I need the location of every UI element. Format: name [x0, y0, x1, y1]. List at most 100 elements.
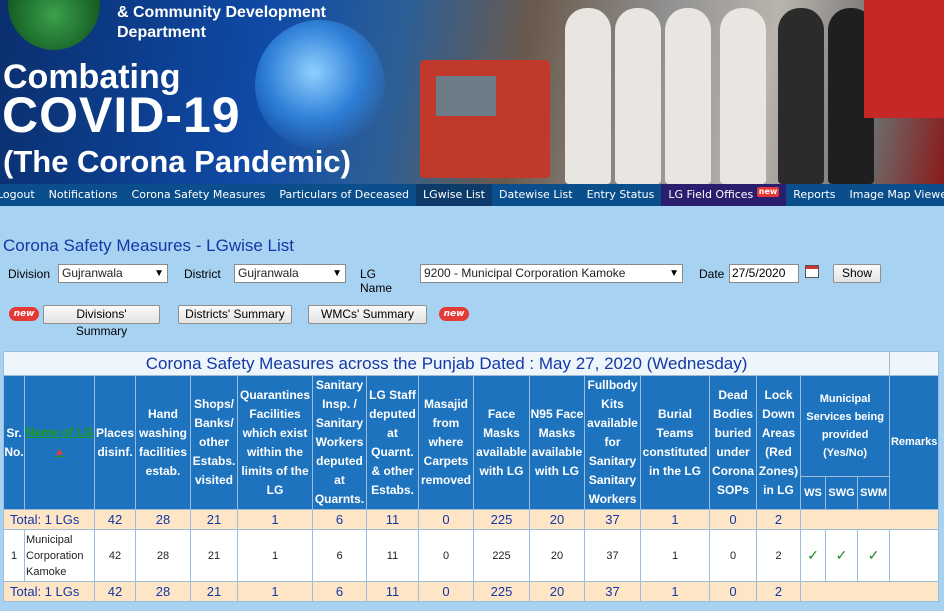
- total-cell: 0: [419, 582, 473, 601]
- col-places: Places disinf.: [95, 376, 135, 509]
- row-cell: 2: [757, 530, 800, 581]
- total-cell: 37: [585, 510, 640, 529]
- row-cell: 1: [238, 530, 312, 581]
- total-cell: 20: [530, 510, 584, 529]
- nav-logout[interactable]: Logout: [0, 184, 42, 206]
- calendar-icon[interactable]: [805, 265, 819, 278]
- nav-reports[interactable]: Reports: [786, 184, 842, 206]
- lgname-label: LG Name: [360, 267, 393, 295]
- col-n95: N95 Face Masks available with LG: [530, 376, 584, 509]
- nav-corona-safety-measures[interactable]: Corona Safety Measures: [125, 184, 273, 206]
- total-cell: 42: [95, 510, 135, 529]
- urdu-sign-photo: [864, 0, 944, 118]
- total-row: Total: 1 LGs 42 28 21 1 6 11 0 225 20 37…: [4, 510, 939, 529]
- new-badge: new: [756, 187, 780, 197]
- col-remarks: Remarks: [890, 376, 939, 509]
- total-cell: 0: [419, 510, 473, 529]
- nav-particulars-of-deceased[interactable]: Particulars of Deceased: [272, 184, 416, 206]
- date-label: Date: [699, 267, 725, 281]
- banner-title-3: (The Corona Pandemic): [3, 144, 351, 179]
- row-cell: 0: [710, 530, 756, 581]
- district-label: District: [184, 267, 221, 281]
- lgwise-table: Corona Safety Measures across the Punjab…: [3, 351, 940, 602]
- total-cell: 11: [367, 510, 418, 529]
- col-name-label: Name of LG: [25, 425, 94, 439]
- district-select[interactable]: Gujranwala ▼: [234, 264, 346, 283]
- col-shops: Shops/ Banks/ other Estabs. visited: [191, 376, 237, 509]
- nav-notifications[interactable]: Notifications: [42, 184, 125, 206]
- districts-summary-button[interactable]: Districts' Summary: [178, 305, 292, 324]
- lgname-select[interactable]: 9200 - Municipal Corporation Kamoke ▼: [420, 264, 683, 283]
- total-cell: 28: [136, 510, 190, 529]
- total-cell: 225: [474, 510, 529, 529]
- col-sr: Sr. No.: [4, 376, 24, 509]
- nav-lg-field-offices[interactable]: LG Field Offices new: [661, 184, 787, 206]
- total-cell: 1: [238, 582, 312, 601]
- total-cell: 1: [641, 582, 709, 601]
- col-lg-staff: LG Staff deputed at Quarnt. & other Esta…: [367, 376, 418, 509]
- col-quarantines: Quarantines Facilities which exist withi…: [238, 376, 312, 509]
- total-cell: 21: [191, 510, 237, 529]
- row-cell: 1: [641, 530, 709, 581]
- col-sanitary: Sanitary Insp. / Sanitary Workers depute…: [313, 376, 366, 509]
- total-label: Total: 1 LGs: [4, 510, 94, 529]
- col-dead-bodies: Dead Bodies buried under Corona SOPs: [710, 376, 756, 509]
- row-cell: 225: [474, 530, 529, 581]
- total-cell: 37: [585, 582, 640, 601]
- col-hand-washing: Hand washing facilities estab.: [136, 376, 190, 509]
- wmcs-summary-button[interactable]: WMCs' Summary: [308, 305, 427, 324]
- total-cell: 11: [367, 582, 418, 601]
- divisions-summary-button[interactable]: Divisions' Summary: [43, 305, 160, 338]
- col-burial: Burial Teams constituted in the LG: [641, 376, 709, 509]
- row-cell: 0: [419, 530, 473, 581]
- worker-photo: [615, 8, 661, 184]
- chevron-down-icon: ▼: [154, 268, 164, 279]
- new-badge: new: [439, 307, 469, 321]
- lgname-value: 9200 - Municipal Corporation Kamoke: [424, 266, 626, 280]
- row-cell: 20: [530, 530, 584, 581]
- division-label: Division: [8, 267, 51, 281]
- total-cell: 2: [757, 582, 800, 601]
- ws-check-icon: ✓: [801, 530, 825, 581]
- main-nav: Logout Notifications Corona Safety Measu…: [0, 184, 944, 206]
- sort-up-icon[interactable]: ▲: [54, 446, 65, 458]
- banner-title-2: COVID-19: [2, 87, 241, 143]
- page-title: Corona Safety Measures - LGwise List: [3, 236, 295, 255]
- dept-line-1: & Community Development: [117, 4, 326, 21]
- new-badge: new: [9, 307, 39, 321]
- fire-truck-photo: [420, 60, 550, 178]
- swg-check-icon: ✓: [826, 530, 857, 581]
- division-select[interactable]: Gujranwala ▼: [58, 264, 168, 283]
- nav-lgwise-list[interactable]: LGwise List: [416, 184, 492, 206]
- total-blank: [801, 582, 939, 601]
- division-value: Gujranwala: [62, 266, 123, 280]
- nav-entry-status[interactable]: Entry Status: [580, 184, 662, 206]
- chevron-down-icon: ▼: [332, 268, 342, 279]
- date-input[interactable]: 27/5/2020: [729, 264, 799, 283]
- total-cell: 0: [710, 510, 756, 529]
- row-cell: 21: [191, 530, 237, 581]
- total-cell: 21: [191, 582, 237, 601]
- col-lockdown: Lock Down Areas (Red Zones) in LG: [757, 376, 800, 509]
- row-cell: 37: [585, 530, 640, 581]
- total-cell: 28: [136, 582, 190, 601]
- col-face-masks: Face Masks available with LG: [474, 376, 529, 509]
- govt-logo-icon: [8, 0, 100, 50]
- official-photo: [778, 8, 824, 184]
- table-row: 1 Municipal Corporation Kamoke 42 28 21 …: [4, 530, 939, 581]
- nav-image-map-viewer[interactable]: Image Map Viewer: [842, 184, 944, 206]
- table-caption: Corona Safety Measures across the Punjab…: [4, 352, 890, 375]
- col-swg: SWG: [826, 477, 857, 509]
- total-blank: [801, 510, 939, 529]
- col-swm: SWM: [858, 477, 890, 509]
- nav-datewise-list[interactable]: Datewise List: [492, 184, 580, 206]
- dept-line-2: Department: [117, 24, 206, 41]
- row-remarks: [890, 530, 939, 581]
- col-fullbody: Fullbody Kits available for Sanitary San…: [585, 376, 640, 509]
- row-cell: 11: [367, 530, 418, 581]
- col-name-of-lg[interactable]: Name of LG ▲: [25, 376, 94, 509]
- show-button[interactable]: Show: [833, 264, 881, 283]
- row-lg-name: Municipal Corporation Kamoke: [25, 530, 94, 581]
- row-cell: 28: [136, 530, 190, 581]
- total-cell: 42: [95, 582, 135, 601]
